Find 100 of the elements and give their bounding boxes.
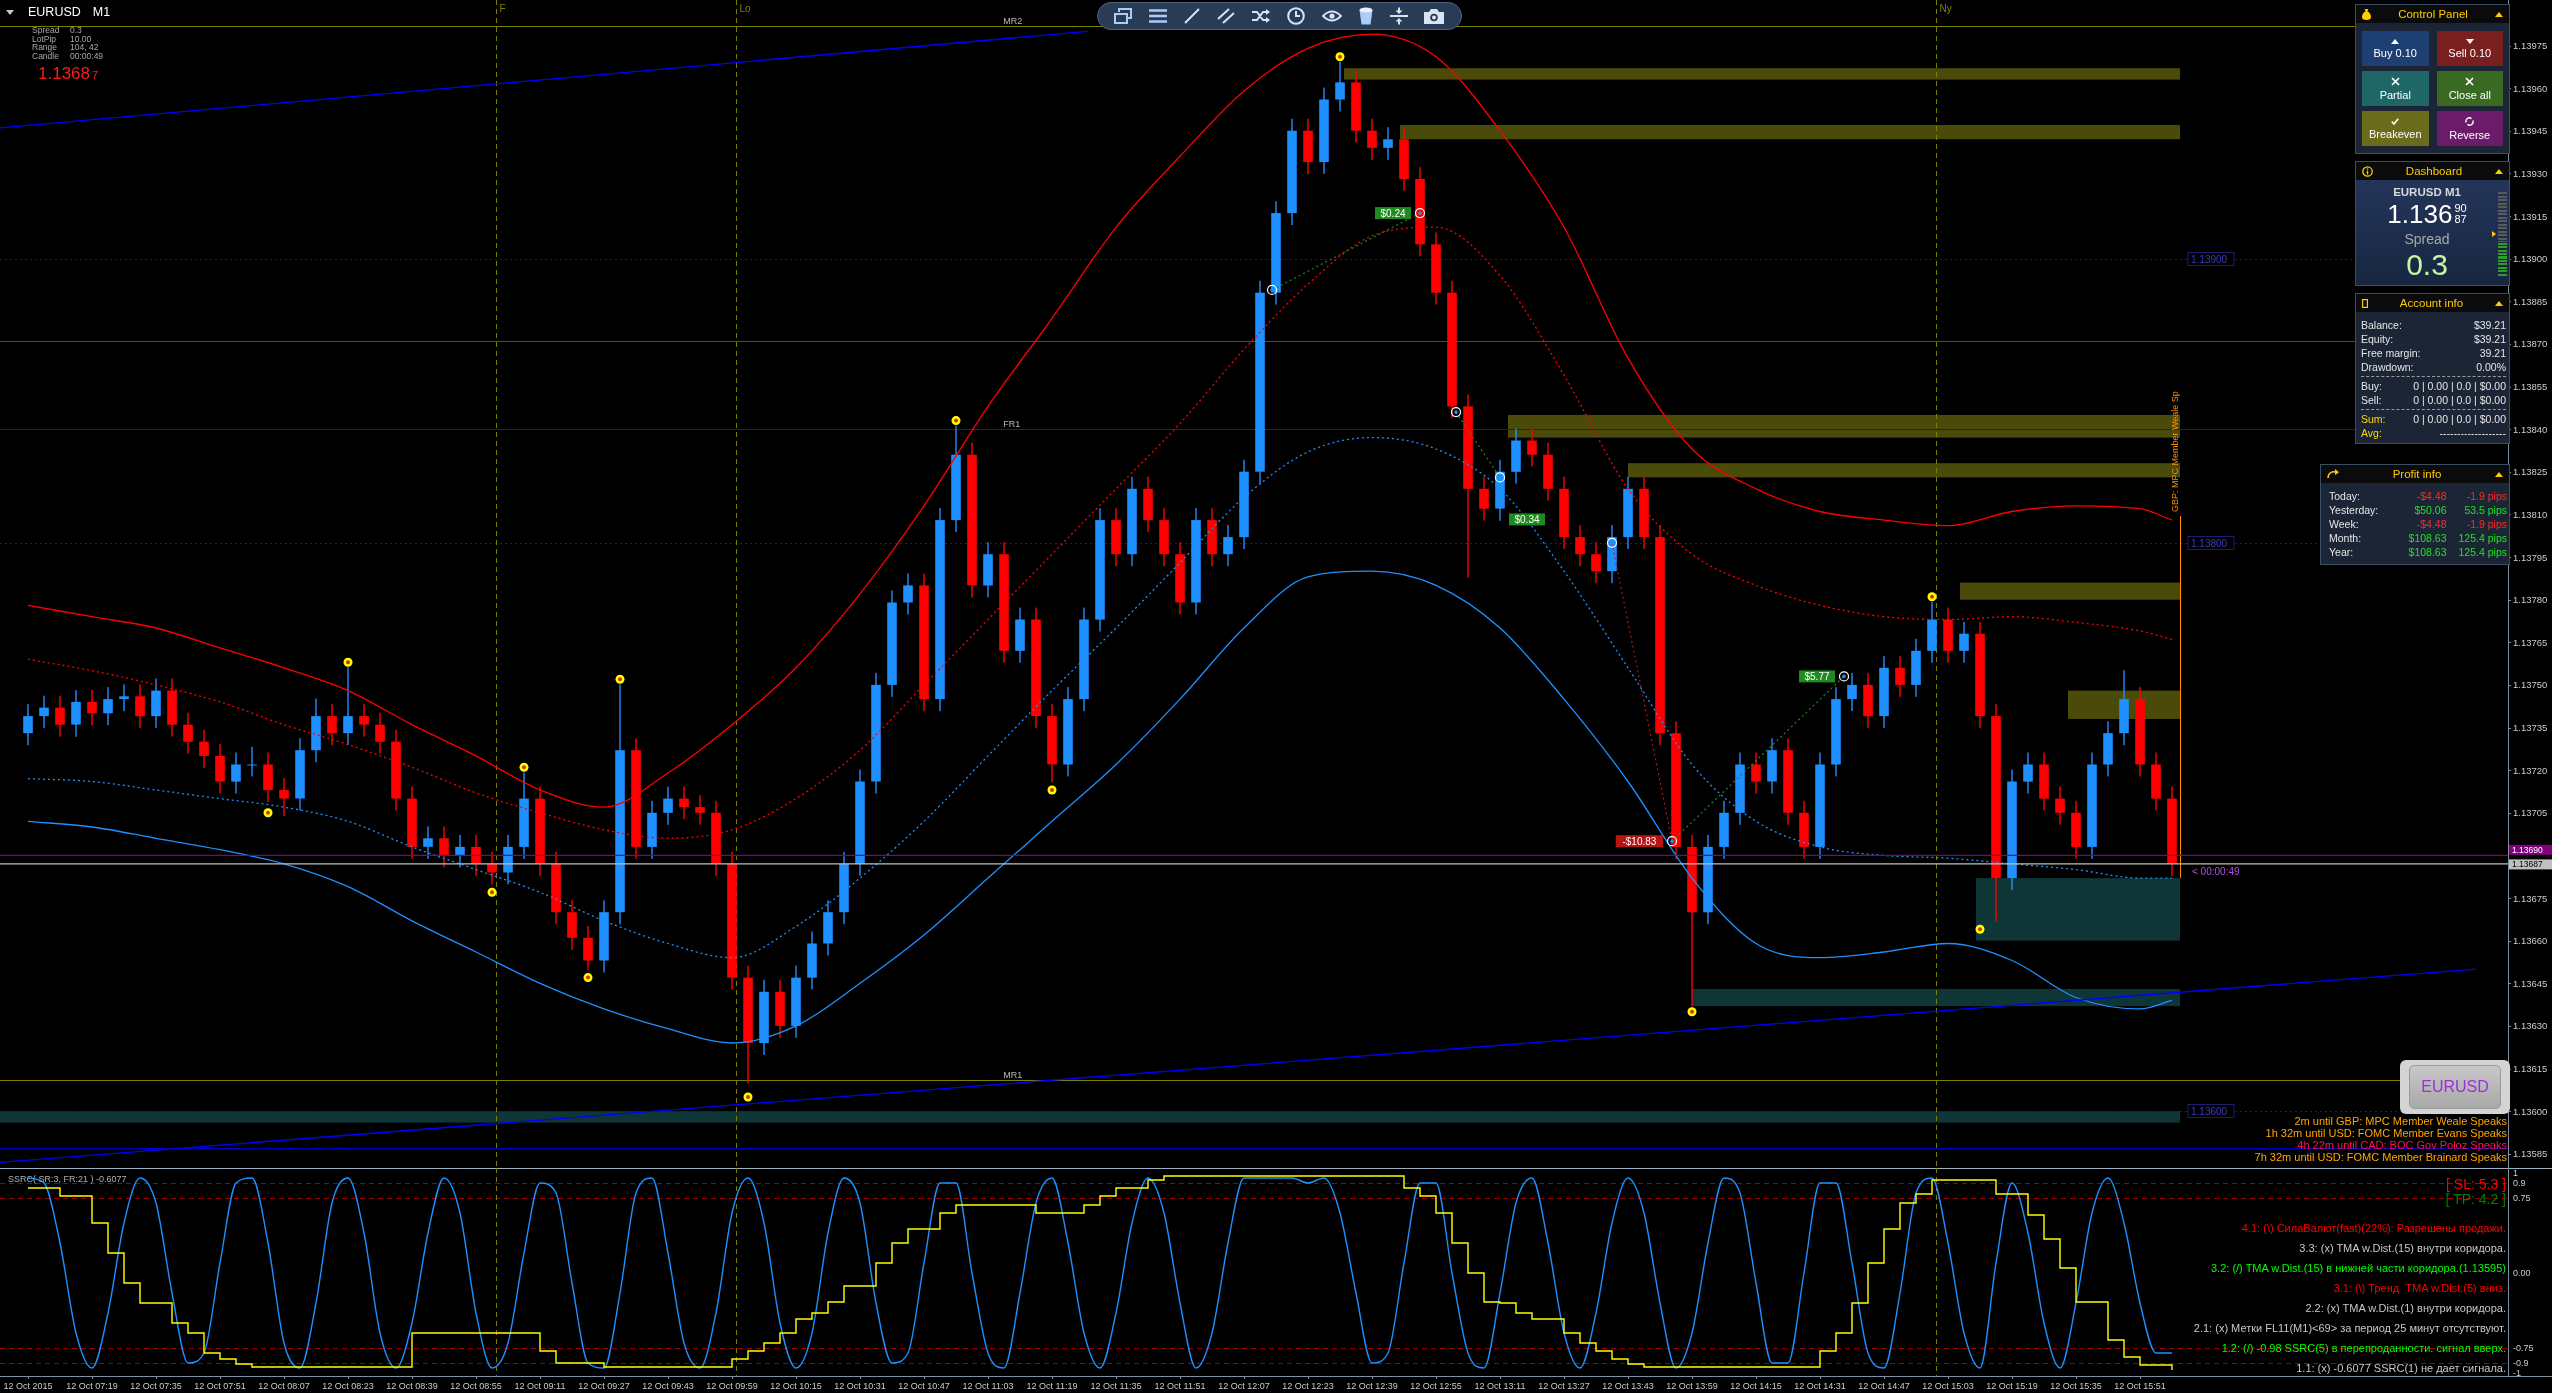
time-axis-label: 12 Oct 09:59 (706, 1381, 758, 1391)
account-label: Buy: (2361, 379, 2382, 393)
time-axis-label: 12 Oct 08:07 (258, 1381, 310, 1391)
info-label: Spread (32, 26, 61, 35)
profit-amount: -$4.48 (2415, 489, 2447, 503)
time-axis-label: 12 Oct 13:43 (1602, 1381, 1654, 1391)
time-axis-label: 12 Oct 14:15 (1730, 1381, 1782, 1391)
news-event-label: GBP: MPC Member Weale Sp (2169, 391, 2180, 512)
account-value: 0 | 0.00 | 0.0 | $0.00 (2413, 379, 2506, 393)
price-axis-label: 1.13765 (2513, 636, 2548, 648)
profit-amount: $108.63 (2408, 545, 2447, 559)
time-axis-label: 12 Oct 10:31 (834, 1381, 886, 1391)
indicator-axis-label: -0.9 (2513, 1358, 2529, 1368)
time-axis-label: 12 Oct 07:51 (194, 1381, 246, 1391)
info-label: LotPip (32, 34, 57, 43)
account-value: ------------------- (2439, 426, 2506, 440)
price-axis-label: 1.13630 (2513, 1020, 2548, 1032)
profit-amount: -$4.48 (2415, 517, 2447, 531)
time-axis-label: 12 Oct 14:31 (1794, 1381, 1846, 1391)
account-label: Avg: (2361, 426, 2382, 440)
session-label: Lo (739, 3, 751, 14)
price-axis-label: 1.13720 (2513, 764, 2548, 776)
news-countdown-text: 1h 32m until USD: FOMC Member Evans Speaks (2265, 1127, 2507, 1139)
time-axis-label: 12 Oct 12:07 (1218, 1381, 1270, 1391)
price-axis-label: 1.13780 (2513, 594, 2548, 606)
price-axis-label: 1.13855 (2513, 381, 2548, 392)
profit-pips: 53.5 pips (2463, 503, 2507, 517)
time-axis-label: 12 Oct 13:27 (1538, 1381, 1590, 1391)
time-axis-label: 12 Oct 09:11 (514, 1381, 566, 1391)
info-value: 104, 42 (70, 43, 100, 52)
account-value: 0 | 0.00 | 0.0 | $0.00 (2413, 412, 2506, 426)
price-axis-label: 1.13960 (2513, 82, 2548, 94)
time-axis-label: 12 Oct 11:35 (1090, 1381, 1142, 1391)
time-axis-label: 12 Oct 12:55 (1410, 1381, 1462, 1391)
account-label: Sell: (2361, 393, 2382, 407)
ref-line-label: 1.13600 (2191, 1105, 2228, 1117)
time-axis-label: 12 Oct 09:43 (642, 1381, 694, 1391)
profit-pips: 125.4 pips (2458, 545, 2507, 559)
price-axis-label: 1.13840 (2513, 423, 2548, 435)
account-label: Balance: (2361, 318, 2402, 332)
indicator-axis-label: 0.75 (2513, 1193, 2531, 1203)
account-label: Equity: (2361, 332, 2394, 346)
price-level-label: 1.13600 (2187, 1104, 2235, 1118)
bid-price-digit: 7 (92, 69, 99, 81)
price-pips-lower: 87 (2454, 214, 2467, 225)
time-axis-label: 12 Oct 13:59 (1666, 1381, 1718, 1391)
info-label: Candle (32, 51, 60, 60)
time-axis-label: 12 Oct 13:11 (1474, 1381, 1526, 1391)
panel-title: Control Panel (2397, 8, 2469, 20)
chart-timeframe: M1 (92, 5, 111, 19)
price-axis-label: 1.13735 (2513, 722, 2548, 733)
news-countdown-text: 7h 32m until USD: FOMC Member Brainard Speaks (2254, 1151, 2507, 1163)
stop-level-text: [ SL: 5.3 ] (2446, 1177, 2506, 1192)
signal-text: 3.3: (x) TMA w.Dist.(15) внутри коридора. (2299, 1241, 2506, 1256)
price-axis-label: 1.13900 (2513, 253, 2548, 265)
profit-label: Year: (2329, 545, 2355, 559)
price-axis-label: 1.13975 (2513, 40, 2548, 51)
price-axis-label: 1.13600 (2513, 1105, 2548, 1117)
time-axis-label: 12 Oct 08:39 (386, 1381, 438, 1391)
session-label: F (499, 3, 506, 14)
profit-label: Yesterday: (2329, 503, 2380, 517)
panel-title: Profit info (2391, 468, 2443, 480)
price-axis-label: 1.13870 (2513, 338, 2548, 350)
signal-text: 3.1: (\) Тренд TMA w.Dist.(5) вниз. (2333, 1281, 2506, 1296)
ref-line-label: 1.13900 (2191, 253, 2228, 265)
account-value: $39.21 (2473, 318, 2506, 332)
profit-label: Today: (2329, 489, 2361, 503)
indicator-axis-label: 1 (2513, 1168, 2518, 1178)
price-value: 1.136 (2387, 199, 2453, 229)
price-axis-marker: 1.13690 (2509, 844, 2552, 855)
indicator-axis-label: -0.75 (2513, 1343, 2534, 1353)
signal-text: 4.1: (\) СилаВалют(fast)(22%): Разрешены продажи. (2241, 1221, 2506, 1236)
profit-pips: -1.9 pips (2465, 517, 2507, 531)
time-axis-label: 12 Oct 15:03 (1922, 1381, 1974, 1391)
spread-value: 0.3 (2406, 248, 2448, 282)
stop-level-text: [ TP: 4.2 ] (2445, 1192, 2506, 1207)
signal-text: 2.1: (x) Метки FL11(M1)<69> за период 25 минут отсутствуют. (2193, 1321, 2506, 1336)
indicator-title: SSRC( SR:3, FR:21 ) -0.6077 (8, 1174, 127, 1184)
news-countdown-text: 4h 22m until CAD: BOC Gov Poloz Speaks (2297, 1139, 2507, 1151)
price-axis-label: 1.13825 (2513, 466, 2548, 478)
series-label: 1.13690 (2512, 844, 2543, 855)
symbol-label: EURUSD M1 (2393, 185, 2461, 199)
bid-price: 1.1368 (38, 65, 90, 82)
info-value: 00:00:49 (70, 51, 105, 60)
info-value: 10.00 (70, 34, 93, 43)
price-axis-label: 1.13885 (2513, 295, 2548, 307)
signal-text: 1.1: (x) -0.6077 SSRC(1) не дает сигнала. (2296, 1361, 2506, 1376)
panel-title: Dashboard (2404, 165, 2464, 177)
series-label: $5.77 (1804, 670, 1830, 682)
price-axis-label: 1.13810 (2513, 508, 2548, 520)
trade-result-label: -$10.83 (1615, 835, 1663, 848)
indicator-axis-label: -1 (2513, 1368, 2521, 1378)
account-value: 39.21 (2479, 346, 2506, 360)
info-value: 0.3 (70, 26, 83, 35)
session-label: Ny (1939, 3, 1952, 14)
trade-result-label: $5.77 (1799, 670, 1835, 683)
time-axis-label: 12 Oct 10:15 (770, 1381, 822, 1391)
signal-text: 2.2: (x) TMA w.Dist.(1) внутри коридора. (2305, 1301, 2506, 1316)
time-axis-label: 12 Oct 12:23 (1282, 1381, 1334, 1391)
price-axis-label: 1.13585 (2513, 1148, 2548, 1160)
